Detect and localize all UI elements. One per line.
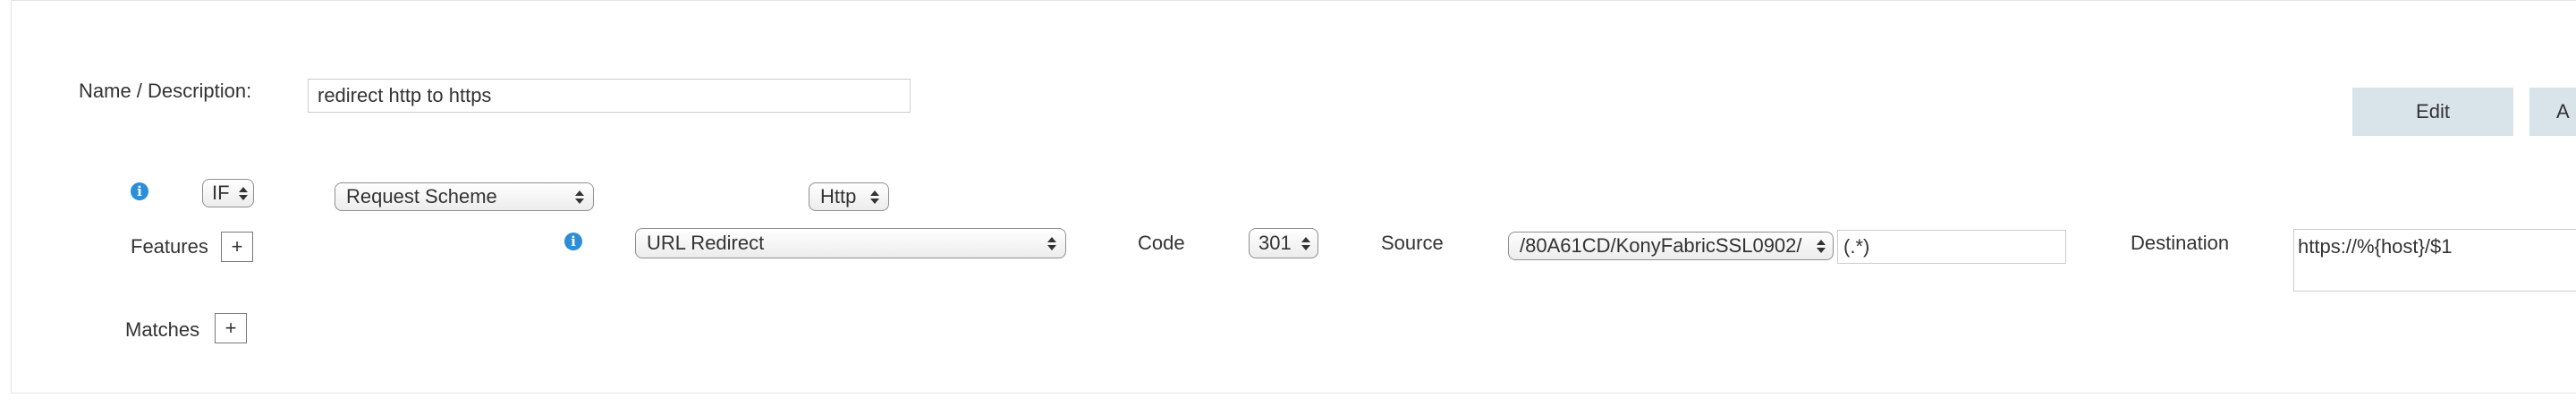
select-arrows-icon <box>239 186 248 200</box>
features-label: Features <box>131 235 208 258</box>
add-match-button[interactable]: + <box>215 313 247 343</box>
code-select[interactable]: 301 <box>1249 228 1318 258</box>
select-arrows-icon <box>1817 239 1826 253</box>
code-label: Code <box>1138 232 1185 254</box>
condition-field-value: Request Scheme <box>346 185 497 207</box>
select-arrows-icon <box>1047 236 1056 250</box>
source-pattern-input[interactable] <box>1837 230 2066 264</box>
if-select[interactable]: IF <box>202 179 254 207</box>
matches-label: Matches <box>125 318 200 341</box>
add-feature-button[interactable]: + <box>221 232 253 262</box>
feature-type-value: URL Redirect <box>647 232 765 254</box>
code-value: 301 <box>1258 232 1292 254</box>
name-description-input[interactable] <box>308 79 911 113</box>
condition-value: Http <box>820 185 857 207</box>
name-description-label: Name / Description: <box>79 80 252 102</box>
edit-button[interactable]: Edit <box>2352 88 2513 136</box>
select-arrows-icon <box>1301 236 1310 250</box>
condition-field-select[interactable]: Request Scheme <box>335 182 594 211</box>
source-value: /80A61CD/KonyFabricSSL0902/ <box>1520 234 1802 257</box>
source-select[interactable]: /80A61CD/KonyFabricSSL0902/ <box>1508 232 1834 260</box>
info-icon[interactable]: i <box>131 182 148 200</box>
second-action-button[interactable]: A <box>2529 88 2576 136</box>
info-icon[interactable]: i <box>564 233 582 250</box>
condition-value-select[interactable]: Http <box>809 182 889 211</box>
select-arrows-icon <box>870 190 879 204</box>
destination-label: Destination <box>2131 232 2230 254</box>
select-arrows-icon <box>575 190 584 204</box>
feature-type-select[interactable]: URL Redirect <box>635 228 1066 258</box>
source-label: Source <box>1381 232 1444 254</box>
destination-input[interactable] <box>2293 229 2576 292</box>
if-select-value: IF <box>212 182 230 204</box>
